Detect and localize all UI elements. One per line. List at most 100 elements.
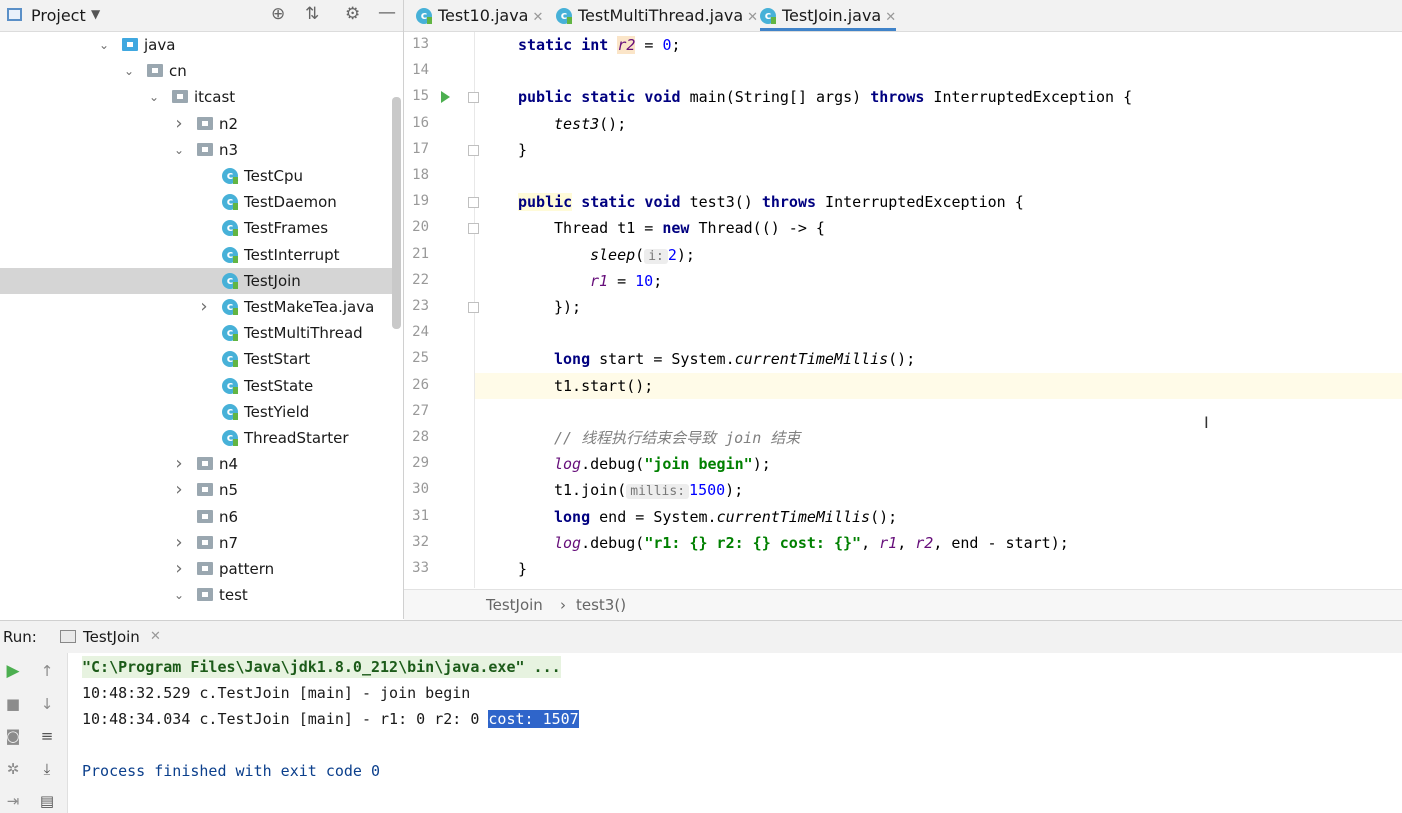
java-class-icon: c bbox=[222, 246, 238, 263]
tab-test10-java[interactable]: c Test10.java ✕ bbox=[416, 0, 543, 31]
close-tab-icon[interactable]: ✕ bbox=[747, 10, 758, 25]
code-token: static void bbox=[572, 193, 681, 212]
code-line[interactable]: } bbox=[518, 137, 527, 163]
code-line[interactable]: t1.start(); bbox=[554, 373, 653, 399]
tree-item-n2[interactable]: › n2 bbox=[0, 111, 395, 137]
code-line[interactable]: sleep(i: 2); bbox=[590, 242, 695, 268]
tree-scrollbar[interactable] bbox=[392, 97, 401, 329]
run-label: Run: bbox=[3, 628, 37, 646]
tree-item-testyield[interactable]: c TestYield bbox=[0, 399, 395, 425]
breadcrumb-method[interactable]: test3() bbox=[576, 590, 626, 620]
code-line[interactable]: r1 = 10; bbox=[590, 268, 662, 294]
code-token: Thread(() -> { bbox=[689, 219, 825, 238]
code-editor[interactable]: 13 14 15 16 17 18 19 20 21 22 23 24 25 26 27 28 29 30 31 32… bbox=[404, 32, 1402, 588]
code-line[interactable]: long start = System.currentTimeMillis(); bbox=[554, 346, 915, 372]
tab-label: Test10.java bbox=[438, 6, 529, 25]
code-line[interactable]: log.debug("r1: {} r2: {} cost: {}", r1 , … bbox=[554, 530, 1069, 556]
tree-item-itcast[interactable]: ⌄ itcast bbox=[0, 84, 395, 110]
code-token: throws bbox=[761, 193, 817, 212]
chevron-down-icon[interactable]: ⌄ bbox=[122, 58, 136, 84]
project-dropdown-icon[interactable]: ▼ bbox=[91, 7, 100, 21]
tree-item-testjoin[interactable]: c TestJoin bbox=[0, 267, 395, 294]
tab-testjoin-java[interactable]: c TestJoin.java ✕ bbox=[760, 0, 897, 31]
chevron-down-icon[interactable]: ⌄ bbox=[97, 32, 111, 58]
chevron-down-icon[interactable]: ⌄ bbox=[172, 137, 186, 163]
tree-item-label: itcast bbox=[194, 88, 236, 107]
up-arrow-icon[interactable]: ↑ bbox=[37, 661, 57, 681]
code-line[interactable]: public static void test3() throws Interr… bbox=[518, 189, 1024, 215]
code-line[interactable]: test3(); bbox=[554, 111, 626, 137]
print-icon[interactable]: ▤ bbox=[37, 791, 57, 811]
java-class-icon: c bbox=[222, 325, 238, 342]
code-token: = bbox=[635, 36, 663, 54]
soft-wrap-icon[interactable]: ≡ bbox=[37, 726, 57, 746]
breadcrumb-class[interactable]: TestJoin bbox=[486, 590, 543, 620]
code-line[interactable]: public static void main(String[] args) t… bbox=[518, 84, 1132, 110]
code-token: "join begin" bbox=[644, 455, 753, 474]
rerun-icon[interactable]: ▶ bbox=[3, 661, 23, 681]
chevron-down-icon[interactable]: ⌄ bbox=[172, 582, 186, 608]
camera-icon[interactable]: ◙ bbox=[3, 726, 23, 746]
chevron-right-icon[interactable]: › bbox=[197, 294, 211, 320]
tab-testmultithread-java[interactable]: c TestMultiThread.java ✕ bbox=[556, 0, 758, 31]
code-line[interactable]: Thread t1 = new Thread(() -> { bbox=[554, 215, 825, 241]
tree-item-threadstarter[interactable]: c ThreadStarter bbox=[0, 425, 395, 451]
chevron-right-icon[interactable]: › bbox=[172, 111, 186, 137]
code-line[interactable]: long end = System.currentTimeMillis(); bbox=[554, 504, 897, 530]
stop-icon[interactable]: ■ bbox=[3, 694, 23, 714]
chevron-down-icon[interactable]: ⌄ bbox=[147, 84, 161, 110]
tree-item-n6[interactable]: n6 bbox=[0, 504, 395, 530]
settings-icon[interactable]: ✲ bbox=[3, 759, 23, 779]
tree-item-n5[interactable]: › n5 bbox=[0, 477, 395, 503]
tree-item-pattern[interactable]: › pattern bbox=[0, 556, 395, 582]
minimize-icon[interactable]: — bbox=[378, 2, 396, 23]
close-tab-icon[interactable]: ✕ bbox=[150, 629, 161, 644]
tree-item-testmultithread[interactable]: c TestMultiThread bbox=[0, 320, 395, 346]
collapse-all-icon[interactable]: ⇅ bbox=[305, 4, 319, 24]
gear-icon[interactable]: ⚙ bbox=[345, 4, 360, 24]
code-token: main(String[] args) bbox=[680, 88, 871, 107]
tree-item-cn[interactable]: ⌄ cn bbox=[0, 58, 395, 84]
console-icon bbox=[60, 630, 76, 643]
folder-icon bbox=[172, 90, 188, 104]
tree-item-testmaketea-java[interactable]: › c TestMakeTea.java bbox=[0, 294, 395, 320]
close-tab-icon[interactable]: ✕ bbox=[885, 10, 896, 25]
code-area[interactable]: static int r2 = 0; public static void mai… bbox=[404, 32, 1402, 588]
code-line[interactable]: t1.join(millis: 1500); bbox=[554, 477, 743, 503]
chevron-right-icon[interactable]: › bbox=[172, 556, 186, 582]
tree-item-testframes[interactable]: c TestFrames bbox=[0, 215, 395, 241]
chevron-right-icon[interactable]: › bbox=[172, 451, 186, 477]
tree-item-n4[interactable]: › n4 bbox=[0, 451, 395, 477]
login-icon[interactable]: ⇥ bbox=[3, 791, 23, 811]
tree-item-test[interactable]: ⌄ test bbox=[0, 582, 395, 608]
code-line[interactable]: log.debug("join begin"); bbox=[554, 451, 771, 477]
tree-item-label: n6 bbox=[219, 507, 239, 526]
code-line[interactable]: // 线程执行结束会导致 join 结束 bbox=[554, 425, 800, 451]
tree-item-teststart[interactable]: c TestStart bbox=[0, 346, 395, 372]
close-tab-icon[interactable]: ✕ bbox=[532, 10, 543, 25]
chevron-right-icon[interactable]: › bbox=[172, 530, 186, 556]
tree-item-n7[interactable]: › n7 bbox=[0, 530, 395, 556]
tree-item-testdaemon[interactable]: c TestDaemon bbox=[0, 189, 395, 215]
code-line[interactable]: } bbox=[518, 556, 527, 582]
down-arrow-icon[interactable]: ↓ bbox=[37, 694, 57, 714]
tree-item-testcpu[interactable]: c TestCpu bbox=[0, 163, 395, 189]
chevron-right-icon[interactable]: › bbox=[172, 477, 186, 503]
code-line[interactable]: static int r2 = 0; bbox=[518, 32, 681, 58]
java-class-icon: c bbox=[222, 377, 238, 394]
project-title[interactable]: Project bbox=[31, 6, 86, 25]
tree-item-n3[interactable]: ⌄ n3 bbox=[0, 137, 395, 163]
tree-item-label: TestState bbox=[244, 376, 314, 395]
tree-item-teststate[interactable]: c TestState bbox=[0, 373, 395, 399]
console-line-1: 10:48:32.529 c.TestJoin [main] - join be… bbox=[82, 684, 471, 702]
scroll-to-end-icon[interactable]: ⤓ bbox=[37, 759, 57, 779]
locate-icon[interactable]: ⊕ bbox=[271, 4, 285, 24]
tree-item-java[interactable]: ⌄ java bbox=[0, 32, 395, 58]
code-line[interactable]: }); bbox=[554, 294, 581, 320]
tree-item-label: TestInterrupt bbox=[244, 245, 340, 264]
run-tab[interactable]: TestJoin ✕ bbox=[58, 621, 173, 652]
tree-item-testinterrupt[interactable]: c TestInterrupt bbox=[0, 242, 395, 268]
console-output[interactable]: "C:\Program Files\Java\jdk1.8.0_212\bin\… bbox=[68, 653, 1402, 813]
code-token: ); bbox=[676, 245, 695, 264]
run-tab-label: TestJoin bbox=[83, 628, 140, 646]
